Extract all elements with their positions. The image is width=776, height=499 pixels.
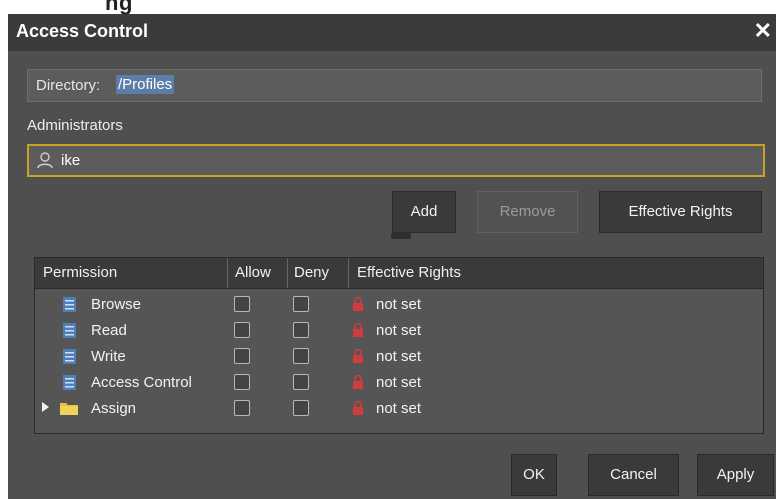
folder-icon: [60, 403, 78, 415]
deny-checkbox[interactable]: [293, 296, 309, 312]
access-control-dialog: Access Control ✕ Directory: /Profiles Ad…: [8, 14, 776, 499]
ok-button[interactable]: OK: [511, 454, 557, 496]
deny-checkbox[interactable]: [293, 348, 309, 364]
deny-checkbox[interactable]: [293, 374, 309, 390]
lock-icon: [353, 296, 363, 311]
lock-icon: [353, 374, 363, 389]
header-effective-rights[interactable]: Effective Rights: [357, 264, 461, 281]
directory-label: Directory:: [36, 77, 101, 94]
deny-checkbox[interactable]: [293, 400, 309, 416]
header-permission[interactable]: Permission: [43, 264, 117, 281]
allow-checkbox[interactable]: [234, 374, 250, 390]
effective-rights-button[interactable]: Effective Rights: [599, 191, 762, 233]
expand-arrow-icon[interactable]: [42, 402, 49, 412]
apply-button[interactable]: Apply: [697, 454, 774, 496]
deny-checkbox[interactable]: [293, 322, 309, 338]
permission-label: Access Control: [91, 374, 192, 391]
lock-icon: [353, 348, 363, 363]
allow-checkbox[interactable]: [234, 348, 250, 364]
effective-rights-value: not set: [376, 348, 422, 365]
administrators-field[interactable]: ike: [27, 144, 765, 177]
directory-value[interactable]: /Profiles: [116, 75, 175, 94]
header-allow[interactable]: Allow: [235, 264, 271, 281]
close-icon[interactable]: ✕: [754, 18, 772, 44]
permission-doc-icon: [63, 297, 76, 312]
effective-rights-value: not set: [376, 296, 422, 313]
permission-doc-icon: [63, 375, 76, 390]
allow-checkbox[interactable]: [234, 400, 250, 416]
add-button[interactable]: Add: [392, 191, 456, 233]
directory-field[interactable]: Directory: /Profiles: [27, 69, 762, 102]
administrators-label: Administrators: [27, 117, 123, 134]
table-row[interactable]: Read not set: [35, 318, 763, 344]
user-icon: [37, 152, 53, 169]
permission-label: Read: [91, 322, 127, 339]
table-header: Permission Allow Deny Effective Rights: [35, 258, 763, 289]
table-row[interactable]: Write not set: [35, 344, 763, 370]
allow-checkbox[interactable]: [234, 322, 250, 338]
administrator-name: ike: [61, 152, 81, 169]
cancel-button[interactable]: Cancel: [588, 454, 679, 496]
permission-doc-icon: [63, 323, 76, 338]
table-row[interactable]: Assign not set: [35, 396, 763, 422]
table-row[interactable]: Browse not set: [35, 292, 763, 318]
permissions-table: Permission Allow Deny Effective Rights B…: [34, 257, 764, 434]
effective-rights-value: not set: [376, 374, 422, 391]
permission-label: Write: [91, 348, 126, 365]
permission-label: Assign: [91, 400, 137, 417]
permission-label: Browse: [91, 296, 142, 313]
remove-button[interactable]: Remove: [477, 191, 578, 233]
dialog-title: Access Control: [16, 21, 149, 41]
header-deny[interactable]: Deny: [294, 264, 329, 281]
allow-checkbox[interactable]: [234, 296, 250, 312]
splitter-handle[interactable]: [391, 233, 411, 239]
effective-rights-value: not set: [376, 322, 422, 339]
lock-icon: [353, 400, 363, 415]
permission-doc-icon: [63, 349, 76, 364]
effective-rights-value: not set: [376, 400, 422, 417]
lock-icon: [353, 322, 363, 337]
table-row[interactable]: Access Control not set: [35, 370, 763, 396]
dialog-titlebar: Access Control ✕: [8, 14, 776, 51]
